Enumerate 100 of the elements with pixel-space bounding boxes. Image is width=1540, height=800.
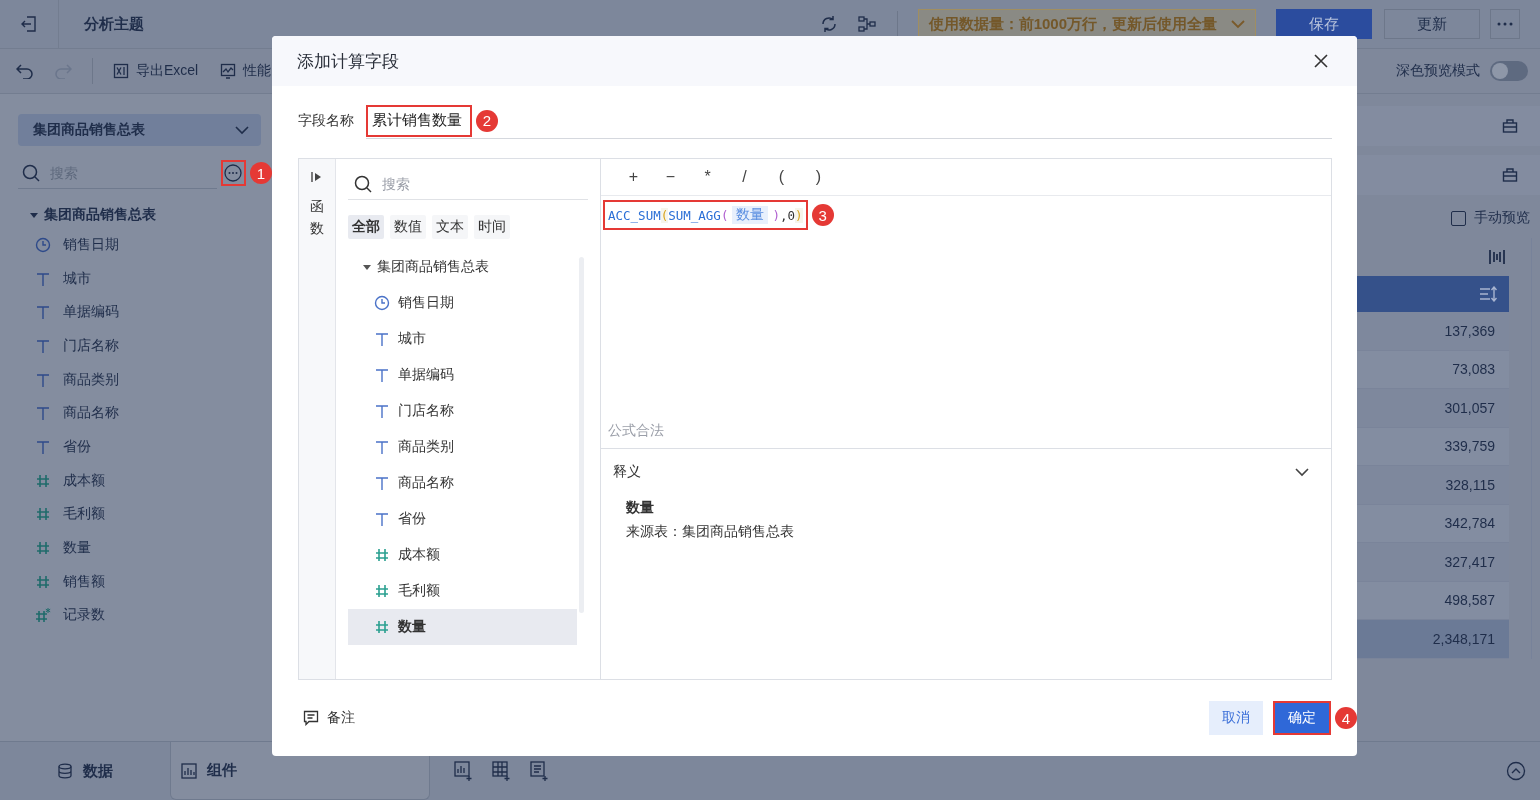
field-item[interactable]: 数量	[348, 609, 577, 645]
save-button[interactable]: 保存	[1276, 9, 1372, 39]
field-item[interactable]: 销售日期	[348, 285, 577, 321]
text-type-icon	[35, 270, 51, 287]
field-item[interactable]: 成本额	[63, 471, 105, 490]
field-item[interactable]: 省份	[348, 501, 577, 537]
add-report-icon[interactable]	[530, 761, 550, 781]
search-icon	[354, 175, 372, 193]
hash-icon	[374, 547, 390, 563]
field-item[interactable]: 记录数	[63, 606, 105, 625]
operator-button[interactable]: *	[691, 167, 724, 187]
hash-star-icon	[35, 607, 51, 624]
hash-icon	[374, 619, 390, 635]
field-item[interactable]: 数量	[63, 539, 91, 558]
undo-icon[interactable]	[16, 63, 34, 79]
operator-button[interactable]: +	[617, 167, 650, 187]
expand-triangle-icon[interactable]	[363, 264, 371, 270]
text-type-icon	[374, 403, 390, 419]
briefcase-icon[interactable]	[1502, 167, 1518, 183]
manual-preview-checkbox[interactable]	[1451, 210, 1466, 226]
field-item[interactable]: 商品类别	[348, 429, 577, 465]
formula-status: 公式合法	[607, 422, 665, 440]
expand-panel-icon	[311, 171, 323, 183]
field-item[interactable]: 成本额	[348, 537, 577, 573]
toolbar-button[interactable]: 导出Excel	[113, 62, 199, 80]
dialog-title: 添加计算字段	[297, 50, 399, 73]
flow-icon[interactable]	[856, 14, 877, 34]
hash-icon	[35, 506, 51, 523]
field-item[interactable]: 商品类别	[63, 370, 119, 389]
field-item[interactable]: 单据编码	[348, 357, 577, 393]
hash-icon	[35, 472, 51, 489]
field-item[interactable]: 城市	[348, 321, 577, 357]
text-type-icon	[35, 337, 51, 354]
field-item[interactable]: 商品名称	[348, 465, 577, 501]
sort-icon[interactable]	[1479, 286, 1497, 302]
cancel-button[interactable]: 取消	[1209, 701, 1263, 735]
field-item[interactable]: 毛利额	[348, 573, 577, 609]
note-button[interactable]: 备注	[303, 709, 355, 727]
field-item[interactable]: 商品名称	[63, 404, 119, 423]
section-title: 释义	[613, 463, 641, 481]
bar-chart-icon	[181, 762, 197, 779]
field-item[interactable]: 毛利额	[63, 505, 105, 524]
filter-tab[interactable]: 时间	[474, 215, 510, 239]
operator-button[interactable]: −	[654, 167, 687, 187]
expand-triangle-icon[interactable]	[30, 212, 38, 218]
text-type-icon	[374, 331, 390, 347]
text-type-icon	[374, 475, 390, 491]
operator-button[interactable]: (	[765, 167, 798, 187]
field-item[interactable]: 销售额	[63, 572, 105, 591]
text-type-icon	[35, 371, 51, 388]
callout-number: 2	[476, 109, 498, 132]
callout-number: 3	[811, 204, 834, 226]
callout-number: 1	[250, 162, 272, 184]
update-button[interactable]: 更新	[1384, 9, 1480, 39]
close-icon[interactable]	[1314, 54, 1328, 68]
spreadsheet-icon	[113, 63, 129, 79]
field-item[interactable]: 单据编码	[63, 303, 119, 322]
hash-icon	[35, 540, 51, 557]
field-item[interactable]: 门店名称	[63, 336, 119, 355]
page-title: 分析主题	[84, 14, 144, 34]
filter-tab[interactable]: 数值	[390, 215, 426, 239]
exit-icon[interactable]	[20, 15, 38, 33]
tree-node[interactable]: 集团商品销售总表	[377, 258, 489, 276]
add-table-icon[interactable]	[492, 761, 512, 781]
clock-icon	[374, 295, 390, 311]
field-name-input[interactable]: 累计销售数量	[366, 104, 472, 137]
operator-button[interactable]: )	[802, 167, 835, 187]
collapse-icon[interactable]	[1506, 761, 1526, 781]
dark-mode-label: 深色预览模式	[1396, 62, 1480, 80]
filter-tab[interactable]: 全部	[348, 215, 384, 239]
chevron-icon	[235, 125, 249, 135]
bottom-tab[interactable]: 数据	[0, 742, 170, 800]
chevron-icon	[1231, 19, 1245, 29]
text-type-icon	[35, 438, 51, 455]
confirm-button[interactable]: 确定	[1273, 701, 1331, 735]
field-item[interactable]: 城市	[63, 269, 91, 288]
functions-tab[interactable]: 函数	[299, 159, 336, 679]
text-type-icon	[35, 304, 51, 321]
toolbar-button[interactable]: 性能	[220, 62, 272, 80]
field-item[interactable]: 省份	[63, 437, 91, 456]
columns-icon[interactable]	[1489, 249, 1505, 265]
field-item[interactable]: 门店名称	[348, 393, 577, 429]
filter-tab[interactable]: 文本	[432, 215, 468, 239]
add-chart-icon[interactable]	[454, 761, 474, 781]
search-icon	[22, 163, 40, 182]
field-name: 数量	[626, 499, 655, 517]
tree-node[interactable]: 集团商品销售总表	[44, 206, 156, 224]
callout-number: 4	[1335, 707, 1357, 729]
text-type-icon	[374, 439, 390, 455]
field-item[interactable]: 销售日期	[63, 235, 119, 254]
dark-mode-toggle[interactable]	[1490, 61, 1528, 81]
chevron-icon[interactable]	[1295, 467, 1309, 477]
operator-button[interactable]: /	[728, 167, 761, 187]
text-type-icon	[35, 405, 51, 422]
search-field[interactable]: 搜索	[382, 176, 522, 192]
hash-icon	[35, 573, 51, 590]
briefcase-icon[interactable]	[1502, 118, 1518, 134]
formula-input[interactable]: ACC_SUM(SUM_AGG( 数量 ),0)	[603, 200, 808, 230]
more-icon[interactable]	[224, 164, 243, 182]
text-type-icon	[374, 367, 390, 383]
